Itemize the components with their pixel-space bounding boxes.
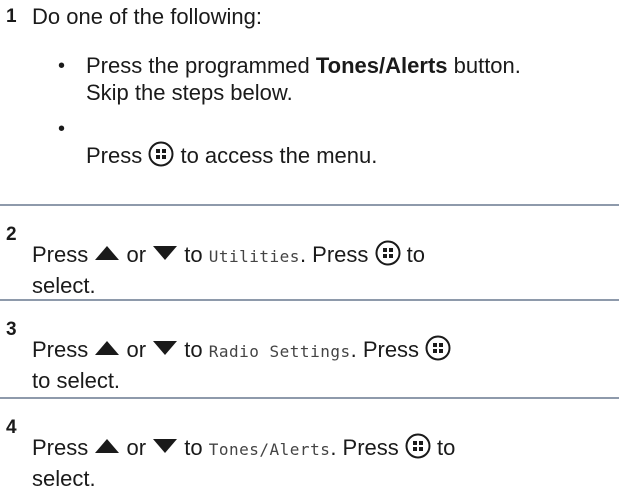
up-arrow-icon [94,335,120,362]
step-instruction: Press or to Utilities. Press to select. [32,240,425,298]
step-divider [0,204,619,206]
menu-target: Utilities [208,247,300,266]
step-number: 4 [6,417,17,438]
menu-target: Tones/Alerts [208,440,331,459]
step-number: 3 [6,319,17,340]
step-divider [0,299,619,301]
option-programmed-button: Press the programmed Tones/Alerts button… [86,53,521,105]
step-number: 1 [6,6,17,27]
step-instruction: Press or to Tones/Alerts. Press to selec… [32,433,456,491]
menu-ok-button-icon [405,433,431,465]
bullet: • [58,55,66,77]
step-number: 2 [6,224,17,245]
down-arrow-icon [152,335,178,362]
bullet: • [58,118,66,140]
menu-ok-button-icon [148,141,174,173]
step-instruction: Press or to Radio Settings. Press to sel… [32,335,451,394]
menu-target: Radio Settings [208,342,351,361]
down-arrow-icon [152,433,178,460]
menu-ok-button-icon [425,335,451,367]
step-intro: Do one of the following: [32,4,262,29]
up-arrow-icon [94,240,120,267]
tones-alerts-bold: Tones/Alerts [315,53,448,78]
step-divider [0,397,619,399]
option-access-menu: Press to access the menu. [86,141,377,173]
up-arrow-icon [94,433,120,460]
menu-ok-button-icon [375,240,401,272]
down-arrow-icon [152,240,178,267]
